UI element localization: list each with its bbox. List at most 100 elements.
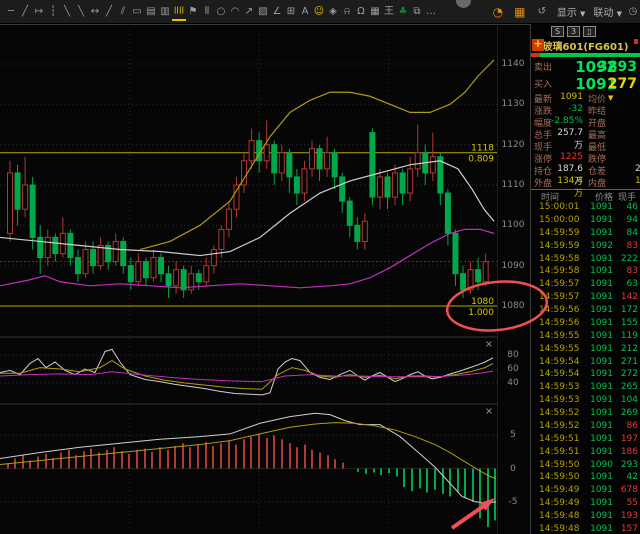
angle-tool-icon[interactable]: ∠: [270, 3, 284, 21]
candle-body: [339, 176, 346, 202]
tick-row[interactable]: 14:59:57109163-: [531, 279, 640, 292]
tick-row[interactable]: 14:59:59 1092 83: [531, 241, 640, 254]
stat-value: -2.85%: [551, 116, 583, 126]
tick-row[interactable]: 14:59:58 1091 222: [531, 254, 640, 267]
filled-rect2-tool-icon[interactable]: ▥: [158, 3, 172, 21]
fib-ratio-label: 1.000: [468, 308, 494, 318]
trendline-tool-icon[interactable]: ╱: [18, 3, 32, 21]
chart-area[interactable]: 1118 0.809 1080 1.000 × ×: [0, 24, 497, 534]
tick-price: 1091: [590, 317, 613, 328]
tick-volume: 46: [626, 202, 638, 212]
cylinder-tool-icon[interactable]: ⫴: [200, 3, 214, 21]
panel-layout-button[interactable]: S: [551, 25, 564, 37]
tick-row[interactable]: 14:59:50109142-: [531, 472, 640, 485]
segment-tool-icon[interactable]: ─: [4, 3, 18, 21]
alarm-clock-icon[interactable]: ◔: [487, 3, 509, 21]
tick-row[interactable]: 14:59:53 1091 265: [531, 382, 640, 395]
kdj-line-yellow: [0, 360, 494, 390]
arc-tool-icon[interactable]: ◠: [228, 3, 242, 21]
tick-row[interactable]: 14:59:53 1091 104: [531, 395, 640, 408]
king-tool-icon[interactable]: 王: [382, 3, 396, 21]
circle-tool-icon[interactable]: ○: [214, 3, 228, 21]
tick-volume: 63: [626, 279, 638, 290]
panel-layout-button[interactable]: ▯: [583, 25, 596, 37]
tick-row[interactable]: 14:59:51 1091 197: [531, 434, 640, 447]
filled-rect-tool-icon[interactable]: ▤: [144, 3, 158, 21]
stat-label: 外盘: [534, 179, 553, 189]
avatar-icon[interactable]: [456, 0, 471, 8]
candle-body: [67, 232, 74, 259]
tick-time: 14:59:52: [539, 408, 580, 418]
tick-row[interactable]: 14:59:58 1091 83: [531, 266, 640, 279]
tick-row[interactable]: 14:59:511091186-1: [531, 447, 640, 460]
tick-time: 14:59:50: [539, 472, 580, 483]
extended-line-tool-icon[interactable]: ╲: [74, 3, 88, 21]
text-tool-icon[interactable]: A: [298, 3, 312, 21]
calendar-clock-icon[interactable]: ▦: [509, 3, 531, 21]
candle-body: [203, 265, 210, 283]
pane-close-button[interactable]: ×: [485, 406, 493, 417]
tick-row[interactable]: 15:00:01 1091 46: [531, 202, 640, 215]
tick-row[interactable]: 14:59:551091212-1: [531, 344, 640, 357]
tick-price: 1091: [590, 485, 613, 496]
tick-row[interactable]: 14:59:491091678-5: [531, 485, 640, 498]
parallel-lines-tool-icon[interactable]: ⫽: [116, 3, 130, 21]
zigzag-tool-icon[interactable]: ↗: [242, 3, 256, 21]
ray-tool-icon[interactable]: ╲: [60, 3, 74, 21]
arrow-line-tool-icon[interactable]: ↦: [32, 3, 46, 21]
tick-row[interactable]: 14:59:56 1091 172: [531, 305, 640, 318]
rectangle-tool-icon[interactable]: ▭: [130, 3, 144, 21]
candle-body: [22, 184, 29, 210]
bid-row[interactable]: 买入 1091 277: [531, 75, 640, 93]
tick-row[interactable]: 14:59:48 1091 157: [531, 524, 640, 534]
panel-tool-icon[interactable]: ▦: [368, 3, 382, 21]
add-contract-button[interactable]: +: [532, 38, 544, 51]
tick-price: 1091: [590, 202, 613, 212]
tick-row[interactable]: 14:59:52109186-: [531, 421, 640, 434]
tick-row[interactable]: 14:59:501090293-2: [531, 460, 640, 473]
club-tool-icon[interactable]: ♣: [396, 3, 410, 21]
candle-body: [158, 257, 164, 275]
flag-tool-icon[interactable]: ⚑: [186, 3, 200, 21]
smiley-tool-icon[interactable]: ☺: [312, 3, 326, 21]
more-tools-icon[interactable]: …: [424, 3, 438, 21]
tick-time: 14:59:48: [539, 511, 580, 521]
candle-body: [346, 200, 353, 226]
pane-close-button[interactable]: ×: [485, 339, 493, 350]
vertical-bars-tool-icon[interactable]: ||||: [172, 3, 186, 21]
tick-row[interactable]: 14:59:57 1091 142: [531, 292, 640, 305]
link-menu[interactable]: 联动 ▼: [593, 4, 622, 19]
panel-layout-button[interactable]: 3: [567, 25, 580, 37]
tick-row[interactable]: 14:59:49109155-: [531, 498, 640, 511]
stat-row: 涨跌 -32 昨结: [531, 104, 640, 117]
vertical-line-tool-icon[interactable]: ┆: [46, 3, 60, 21]
magnet-tool-icon[interactable]: Ω: [354, 3, 368, 21]
candle-body: [37, 236, 44, 259]
candle-body: [44, 236, 51, 259]
tick-row[interactable]: 14:59:541091271-2: [531, 357, 640, 370]
horizontal-arrow-tool-icon[interactable]: ↔: [88, 3, 102, 21]
history-clock-icon[interactable]: ↺: [531, 3, 553, 21]
tick-table-header: 时间 价格 现手: [531, 190, 640, 203]
tick-row[interactable]: 14:59:56 1091 155: [531, 318, 640, 331]
short-line-tool-icon[interactable]: ╱: [102, 3, 116, 21]
hatch-tool-icon[interactable]: ▨: [256, 3, 270, 21]
tick-price: 1090: [590, 459, 613, 470]
tick-row[interactable]: 14:59:541091272-: [531, 369, 640, 382]
grid-box-tool-icon[interactable]: ⊞: [284, 3, 298, 21]
display-menu[interactable]: 显示 ▼: [557, 4, 586, 19]
tick-row[interactable]: 14:59:59 1091 84: [531, 228, 640, 241]
export-tool-icon[interactable]: ⧉: [410, 3, 424, 21]
tick-time: 14:59:58: [539, 253, 580, 264]
ask-row[interactable]: 卖出 1092 3893: [531, 58, 640, 76]
clock-partial-icon[interactable]: ◷: [626, 3, 640, 21]
tick-time: 14:59:56: [539, 305, 580, 315]
tick-row[interactable]: 14:59:52 1091 269: [531, 408, 640, 421]
tick-row[interactable]: 15:00:00 1091 94: [531, 215, 640, 228]
bell-tool-icon[interactable]: ⍾: [340, 3, 354, 21]
tick-row[interactable]: 14:59:55 1091 119: [531, 331, 640, 344]
diamond-tool-icon[interactable]: ◈: [326, 3, 340, 21]
candlestick-chart[interactable]: 11180.809 10801.000 × ×: [0, 25, 497, 534]
candle-body: [218, 228, 225, 251]
tick-row[interactable]: 14:59:48 1091 193: [531, 511, 640, 524]
